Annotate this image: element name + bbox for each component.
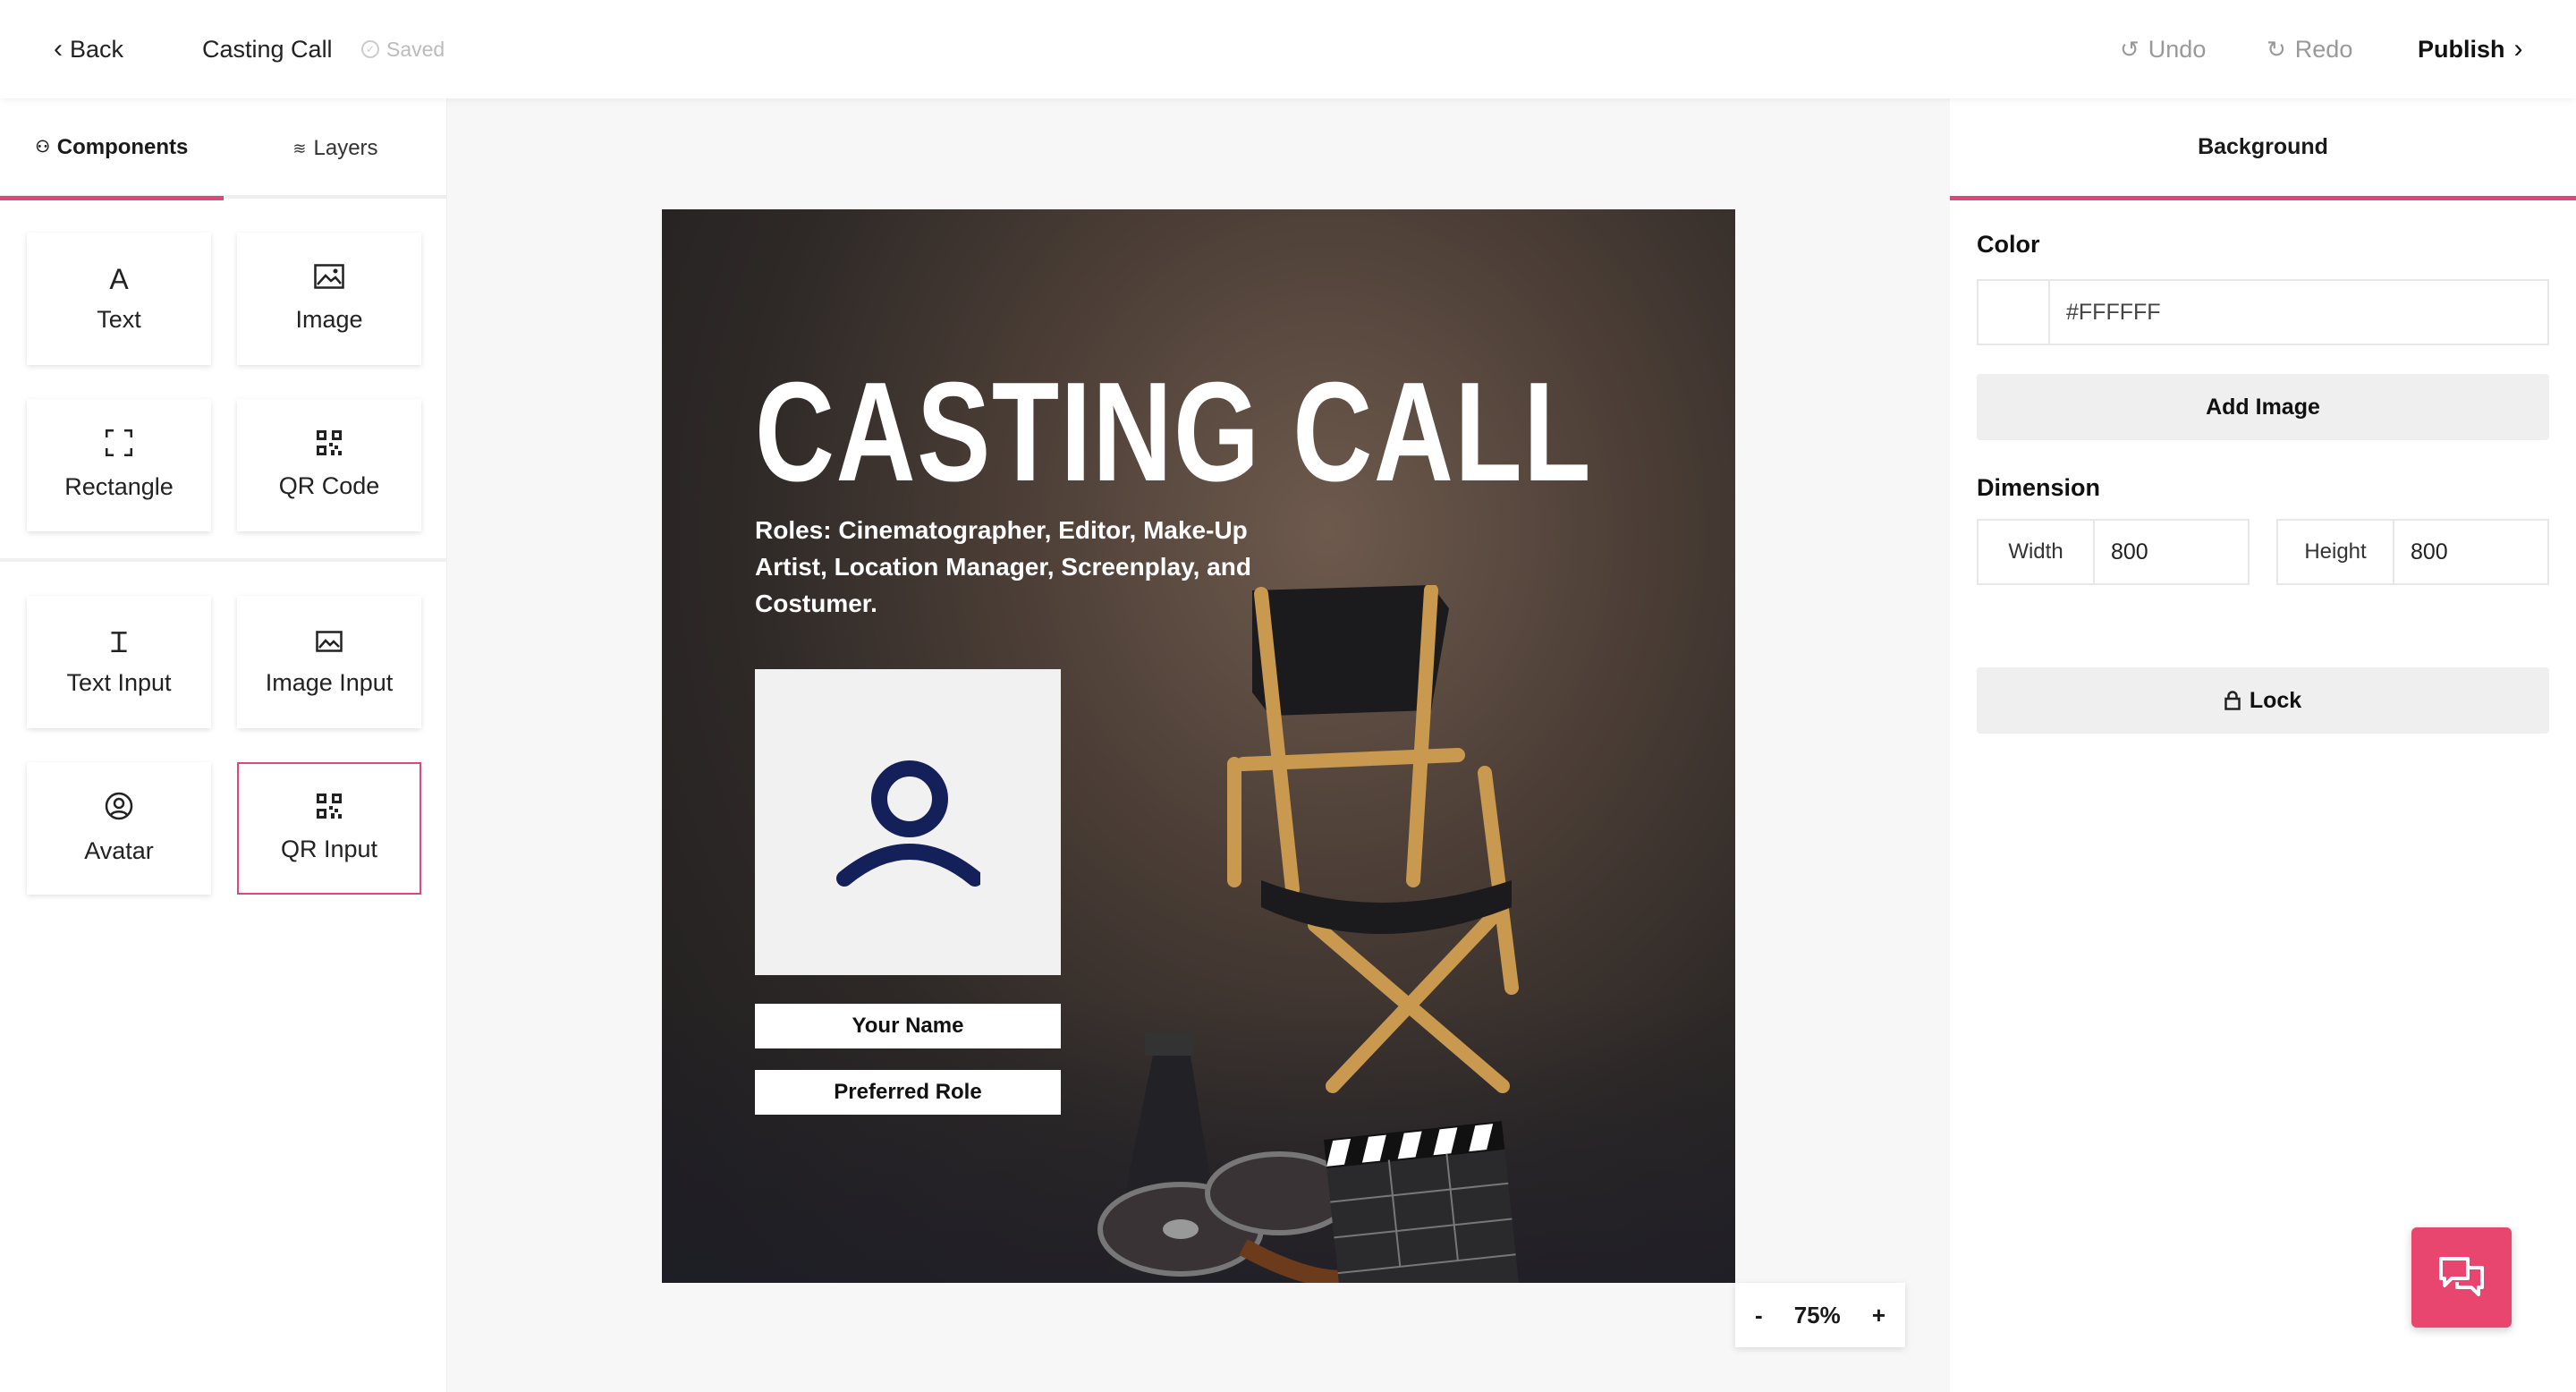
save-status-label: Saved xyxy=(386,37,445,61)
component-label: Avatar xyxy=(84,837,154,864)
poster-name-field[interactable]: Your Name xyxy=(755,1004,1061,1048)
qr-input-icon xyxy=(317,794,342,823)
height-label: Height xyxy=(2278,521,2394,583)
component-label: QR Input xyxy=(280,836,378,862)
save-status: ✓ Saved xyxy=(361,0,445,98)
component-text[interactable]: A Text xyxy=(27,233,211,365)
film-props-illustration xyxy=(1097,585,1520,1283)
width-field[interactable]: Width 800 xyxy=(1977,519,2250,585)
zoom-in-button[interactable]: + xyxy=(1872,1302,1885,1329)
avatar-icon xyxy=(105,792,133,825)
zoom-control: - 75% + xyxy=(1735,1283,1905,1347)
image-input-icon xyxy=(316,628,343,657)
lock-label: Lock xyxy=(2249,687,2302,713)
chat-icon xyxy=(2439,1257,2484,1296)
add-image-button[interactable]: Add Image xyxy=(1977,374,2549,440)
properties-panel: Background Color #FFFFFF Add Image Dimen… xyxy=(1950,98,2576,1392)
component-label: Text Input xyxy=(66,668,172,696)
height-value[interactable]: 800 xyxy=(2394,521,2448,583)
component-label: Image Input xyxy=(265,668,394,696)
check-circle-icon: ✓ xyxy=(361,40,379,58)
component-label: Rectangle xyxy=(64,473,174,500)
color-label: Color xyxy=(1977,231,2040,258)
left-tabs: ⚇ Components ≋ Layers xyxy=(0,98,447,200)
poster-title[interactable]: CASTING CALL xyxy=(755,361,1592,503)
left-panel: ⚇ Components ≋ Layers A Text Image Recta… xyxy=(0,98,447,1392)
user-avatar-icon xyxy=(836,760,980,887)
poster-roles-text[interactable]: Roles: Cinematographer, Editor, Make-Up … xyxy=(755,512,1256,622)
color-field[interactable]: #FFFFFF xyxy=(1977,279,2549,345)
layers-icon: ≋ xyxy=(292,139,307,157)
component-label: Image xyxy=(295,306,363,333)
redo-label: Redo xyxy=(2294,35,2353,63)
redo-button[interactable]: ↻ Redo xyxy=(2267,0,2352,98)
component-qr-code[interactable]: QR Code xyxy=(237,399,421,531)
chat-button[interactable] xyxy=(2411,1227,2512,1328)
dimension-label: Dimension xyxy=(1977,474,2101,501)
poster-photo-placeholder[interactable] xyxy=(755,669,1061,975)
document-title[interactable]: Casting Call xyxy=(202,0,333,98)
image-icon xyxy=(314,264,344,293)
tab-layers[interactable]: ≋ Layers xyxy=(224,98,447,199)
back-button[interactable]: ‹ Back xyxy=(54,0,123,98)
qr-code-icon xyxy=(317,430,342,460)
component-image[interactable]: Image xyxy=(237,233,421,365)
tab-layers-label: Layers xyxy=(313,136,378,160)
publish-button[interactable]: Publish › xyxy=(2418,0,2523,98)
poster-canvas[interactable]: CASTING CALL Roles: Cinematographer, Edi… xyxy=(662,209,1735,1283)
chevron-right-icon: › xyxy=(2513,34,2523,64)
undo-label: Undo xyxy=(2148,35,2207,63)
component-text-input[interactable]: Ɪ Text Input xyxy=(27,596,211,728)
tab-components[interactable]: ⚇ Components xyxy=(0,98,224,200)
component-qr-input[interactable]: QR Input xyxy=(237,762,421,895)
back-label: Back xyxy=(70,35,124,63)
lock-button[interactable]: Lock xyxy=(1977,667,2549,734)
tab-background[interactable]: Background xyxy=(1950,98,2576,200)
lock-icon xyxy=(2224,691,2241,710)
color-value[interactable]: #FFFFFF xyxy=(2050,281,2161,344)
component-avatar[interactable]: Avatar xyxy=(27,762,211,895)
undo-button[interactable]: ↺ Undo xyxy=(2120,0,2206,98)
chevron-left-icon: ‹ xyxy=(54,34,63,64)
color-swatch[interactable] xyxy=(1979,281,2050,344)
top-bar: ‹ Back Casting Call ✓ Saved ↺ Undo ↻ Red… xyxy=(0,0,2576,98)
height-field[interactable]: Height 800 xyxy=(2276,519,2549,585)
component-label: Text xyxy=(97,305,141,333)
undo-icon: ↺ xyxy=(2120,35,2140,63)
width-value[interactable]: 800 xyxy=(2095,521,2148,583)
zoom-level: 75% xyxy=(1793,1301,1841,1328)
text-cursor-icon: Ɪ xyxy=(111,625,127,658)
component-label: QR Code xyxy=(278,472,380,499)
poster-role-field[interactable]: Preferred Role xyxy=(755,1070,1061,1115)
component-rectangle[interactable]: Rectangle xyxy=(27,399,211,531)
section-divider xyxy=(0,558,447,562)
tab-components-label: Components xyxy=(56,134,189,159)
publish-label: Publish xyxy=(2418,35,2505,63)
component-image-input[interactable]: Image Input xyxy=(237,596,421,728)
rectangle-icon xyxy=(105,429,133,461)
zoom-out-button[interactable]: - xyxy=(1755,1302,1763,1329)
components-icon: ⚇ xyxy=(35,138,50,156)
redo-icon: ↻ xyxy=(2267,35,2286,63)
text-icon: A xyxy=(109,262,129,295)
width-label: Width xyxy=(1979,521,2095,583)
